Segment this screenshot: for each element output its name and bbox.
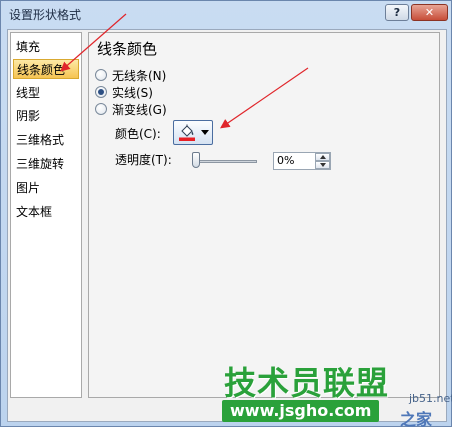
option-no-line[interactable]: 无线条(N): [95, 67, 166, 83]
nav-item-3d-format[interactable]: 三维格式: [13, 130, 79, 150]
option-solid-line[interactable]: 实线(S): [95, 84, 153, 100]
nav-item-3d-rotation[interactable]: 三维旋转: [13, 154, 79, 174]
nav-item-fill[interactable]: 填充: [13, 37, 79, 57]
close-button[interactable]: ✕: [411, 4, 448, 21]
transparency-label: 透明度(T):: [115, 153, 172, 167]
format-shape-dialog: 设置形状格式 ? ✕ 填充 线条颜色 线型 阴影 三维格式 三维旋转 图片 文本…: [0, 0, 452, 427]
radio-solid-line[interactable]: [95, 86, 107, 98]
nav-item-picture[interactable]: 图片: [13, 178, 79, 198]
title-bar[interactable]: 设置形状格式 ? ✕: [1, 1, 451, 27]
section-title: 线条颜色: [97, 40, 158, 58]
option-gradient-line[interactable]: 渐变线(G): [95, 101, 167, 117]
transparency-slider-thumb[interactable]: [192, 152, 200, 168]
nav-item-shadow[interactable]: 阴影: [13, 106, 79, 126]
dialog-body: 填充 线条颜色 线型 阴影 三维格式 三维旋转 图片 文本框 线条颜色 无线条(…: [7, 29, 447, 422]
option-label: 渐变线(G): [112, 102, 167, 117]
color-label: 颜色(C):: [115, 127, 161, 141]
color-picker-button[interactable]: [173, 120, 213, 145]
option-label: 无线条(N): [112, 68, 167, 83]
option-label: 实线(S): [112, 85, 153, 100]
paint-bucket-icon: [179, 124, 195, 141]
spin-up-button[interactable]: [315, 153, 330, 161]
nav-item-line-style[interactable]: 线型: [13, 83, 79, 103]
settings-pane: 线条颜色 无线条(N) 实线(S) 渐变线(G) 颜色(C): 透明度(T): …: [88, 32, 440, 398]
chevron-down-icon: [201, 130, 209, 135]
help-button[interactable]: ?: [385, 4, 409, 21]
transparency-slider-track[interactable]: [197, 160, 257, 163]
transparency-row: 透明度(T):: [115, 151, 172, 168]
radio-gradient-line[interactable]: [95, 103, 107, 115]
dialog-title: 设置形状格式: [9, 8, 82, 22]
radio-no-line[interactable]: [95, 69, 107, 81]
category-list: 填充 线条颜色 线型 阴影 三维格式 三维旋转 图片 文本框: [10, 32, 82, 398]
spin-down-button[interactable]: [315, 161, 330, 169]
nav-item-text-box[interactable]: 文本框: [13, 202, 79, 222]
color-row: 颜色(C):: [115, 125, 161, 142]
nav-item-line-color[interactable]: 线条颜色: [13, 59, 79, 79]
